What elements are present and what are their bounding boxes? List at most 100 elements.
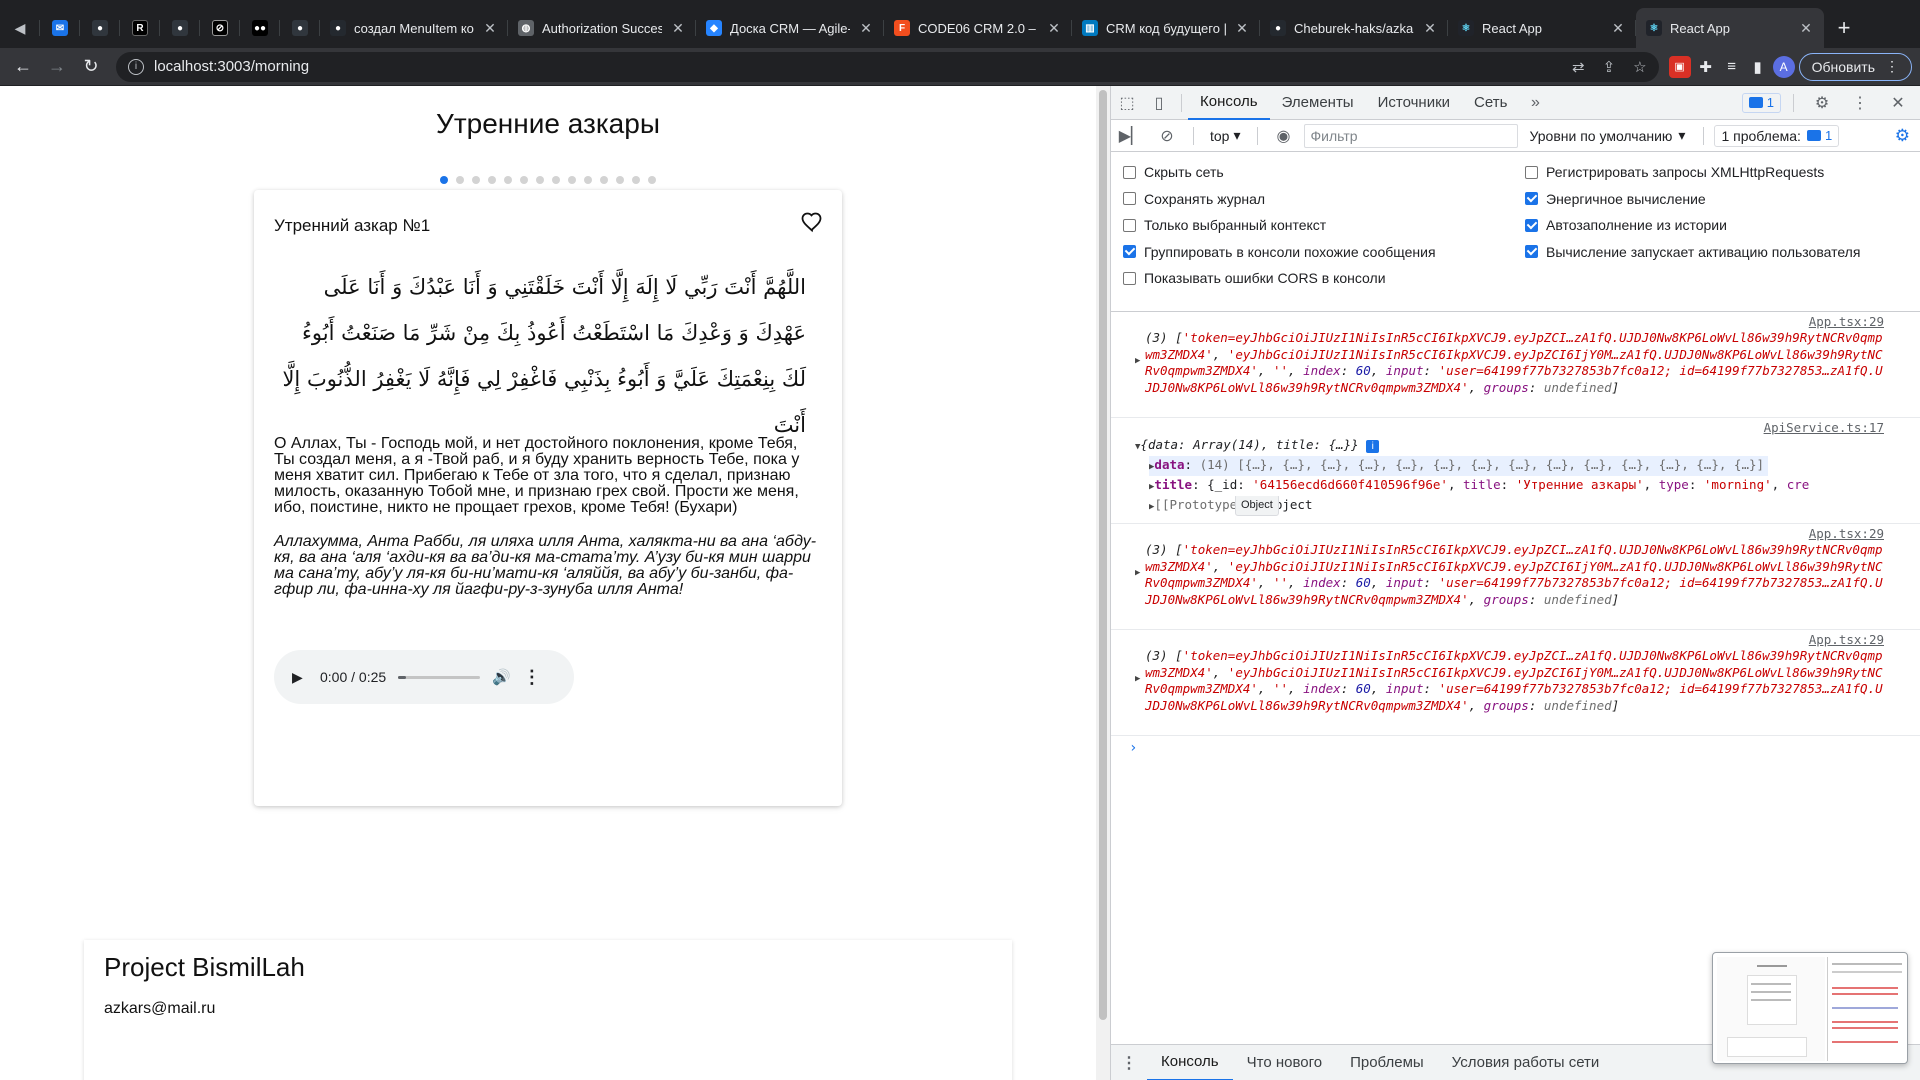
- carousel-dot[interactable]: [616, 176, 624, 184]
- source-link[interactable]: App.tsx:29: [1809, 314, 1884, 329]
- drawer-tab-console[interactable]: Консоль: [1147, 1045, 1233, 1080]
- object-summary[interactable]: ▼{data: Array(14), title: {…}} i: [1135, 436, 1890, 456]
- puzzle-icon[interactable]: ✚: [1695, 56, 1717, 78]
- tab-react-app[interactable]: ⚛ React App ✕: [1448, 8, 1636, 48]
- update-button[interactable]: Обновить ⋮: [1798, 52, 1912, 81]
- more-vert-icon[interactable]: ⋮: [1844, 87, 1876, 119]
- carousel-dot[interactable]: [440, 176, 448, 184]
- checkbox[interactable]: [1525, 192, 1538, 205]
- tab-authorization[interactable]: ◍ Authorization Succes ✕: [508, 8, 696, 48]
- tab-figma[interactable]: F CODE06 CRM 2.0 – F ✕: [884, 8, 1072, 48]
- reading-list-icon[interactable]: ≡: [1721, 56, 1743, 78]
- more-tabs-icon[interactable]: »: [1519, 87, 1551, 119]
- eye-icon[interactable]: ◉: [1268, 120, 1300, 152]
- forward-button[interactable]: →: [42, 52, 72, 82]
- checkbox[interactable]: [1123, 192, 1136, 205]
- pinned-tab-github-2[interactable]: ●: [160, 8, 200, 48]
- inspect-icon[interactable]: ⬚: [1111, 87, 1143, 119]
- back-button[interactable]: ←: [8, 52, 38, 82]
- carousel-dot[interactable]: [600, 176, 608, 184]
- pinned-tab-github[interactable]: ●: [80, 8, 120, 48]
- console-settings-icon[interactable]: ⚙: [1895, 126, 1916, 146]
- carousel-dot[interactable]: [552, 176, 560, 184]
- more-vert-icon[interactable]: ⋮: [523, 667, 541, 688]
- drawer-tab-issues[interactable]: Проблемы: [1336, 1045, 1438, 1080]
- carousel-dot[interactable]: [488, 176, 496, 184]
- sidebar-icon[interactable]: ▮: [1747, 56, 1769, 78]
- carousel-dot[interactable]: [584, 176, 592, 184]
- prototype-row[interactable]: ▶[[Prototype]]: Object Object: [1145, 496, 1890, 516]
- close-icon[interactable]: ✕: [1234, 20, 1250, 37]
- gear-icon[interactable]: ⚙: [1806, 87, 1838, 119]
- tab-github-azkar[interactable]: ● Cheburek-haks/azkar ✕: [1260, 8, 1448, 48]
- close-icon[interactable]: ✕: [1046, 20, 1062, 37]
- tab-elements[interactable]: Элементы: [1270, 86, 1366, 120]
- pinned-tab-back[interactable]: ◀: [0, 8, 40, 48]
- close-icon[interactable]: ✕: [482, 20, 498, 37]
- tab-trello[interactable]: ▥ CRM код будущего | ✕: [1072, 8, 1260, 48]
- title-property-row[interactable]: ▶title: {_id: '64156ecd6d660f410596f96e'…: [1145, 476, 1890, 496]
- carousel-dot[interactable]: [632, 176, 640, 184]
- setting-option[interactable]: Энергичное вычисление: [1525, 191, 1706, 207]
- expand-triangle-icon[interactable]: ▶: [1135, 674, 1140, 684]
- pinned-tab-mail[interactable]: ✉: [40, 8, 80, 48]
- tab-console[interactable]: Консоль: [1188, 86, 1270, 120]
- console-prompt-row[interactable]: ›: [1111, 736, 1920, 766]
- pinned-tab-linear[interactable]: ⊘: [200, 8, 240, 48]
- levels-select[interactable]: Уровни по умолчанию ▾: [1522, 127, 1694, 144]
- setting-option[interactable]: Вычисление запускает активацию пользоват…: [1525, 244, 1860, 260]
- checkbox[interactable]: [1525, 245, 1538, 258]
- carousel-dot[interactable]: [568, 176, 576, 184]
- checkbox[interactable]: [1123, 271, 1136, 285]
- drawer-tab-network-conditions[interactable]: Условия работы сети: [1438, 1045, 1614, 1080]
- setting-option[interactable]: Только выбранный контекст: [1123, 217, 1326, 233]
- share-icon[interactable]: ⇪: [1603, 58, 1616, 76]
- tab-jira[interactable]: ◆ Доска CRM — Agile-д ✕: [696, 8, 884, 48]
- device-toolbar-icon[interactable]: ▯: [1143, 87, 1175, 119]
- close-icon[interactable]: ✕: [858, 20, 874, 37]
- close-icon[interactable]: ✕: [1882, 87, 1914, 119]
- setting-option[interactable]: Сохранять журнал: [1123, 191, 1265, 207]
- address-bar[interactable]: i localhost:3003/morning ⇄ ⇪ ☆: [116, 51, 1659, 82]
- source-link[interactable]: App.tsx:29: [1809, 526, 1884, 541]
- pinned-tab-rider[interactable]: R: [120, 8, 160, 48]
- clear-console-icon[interactable]: ⊘: [1151, 120, 1183, 152]
- pinned-tab-github-3[interactable]: ●: [280, 8, 320, 48]
- drawer-tab-whats-new[interactable]: Что нового: [1233, 1045, 1336, 1080]
- checkbox[interactable]: [1123, 165, 1136, 179]
- info-icon[interactable]: i: [128, 58, 144, 75]
- audio-progress[interactable]: [398, 675, 481, 679]
- tab-network[interactable]: Сеть: [1462, 86, 1519, 120]
- carousel-dot[interactable]: [648, 176, 656, 184]
- filter-input[interactable]: Фильтр: [1303, 123, 1518, 148]
- expand-triangle-icon[interactable]: ▶: [1135, 568, 1140, 578]
- source-link[interactable]: ApiService.ts:17: [1764, 420, 1884, 435]
- issues-badge[interactable]: 1: [1741, 92, 1781, 113]
- data-property-row[interactable]: ▶data: (14) [{…}, {…}, {…}, {…}, {…}, {……: [1145, 456, 1890, 476]
- volume-icon[interactable]: 🔊: [492, 668, 511, 686]
- pinned-tab-medium[interactable]: ●●: [240, 8, 280, 48]
- info-icon[interactable]: i: [1366, 440, 1380, 453]
- more-vert-icon[interactable]: ⋮: [1111, 1053, 1147, 1073]
- screenshot-thumbnail[interactable]: [1712, 952, 1908, 1064]
- setting-option[interactable]: Регистрировать запросы XMLHttpRequests: [1525, 164, 1824, 180]
- setting-option[interactable]: Показывать ошибки CORS в консоли: [1123, 270, 1386, 286]
- issues-button[interactable]: 1 проблема: 1: [1714, 124, 1840, 147]
- carousel-dot[interactable]: [520, 176, 528, 184]
- sidebar-toggle-icon[interactable]: ▶▏: [1115, 120, 1147, 152]
- carousel-dot[interactable]: [456, 176, 464, 184]
- setting-option[interactable]: Скрыть сеть: [1123, 164, 1224, 180]
- page-scrollbar[interactable]: [1096, 86, 1110, 1080]
- scrollbar-thumb[interactable]: [1099, 90, 1107, 1020]
- setting-option[interactable]: Группировать в консоли похожие сообщения: [1123, 244, 1436, 260]
- carousel-dot[interactable]: [472, 176, 480, 184]
- close-icon[interactable]: ✕: [1610, 20, 1626, 37]
- extension-red-icon[interactable]: ▣: [1668, 55, 1691, 78]
- checkbox[interactable]: [1525, 165, 1538, 179]
- translate-icon[interactable]: ⇄: [1572, 58, 1585, 76]
- context-select[interactable]: top ▾: [1204, 127, 1247, 144]
- checkbox[interactable]: [1123, 218, 1136, 232]
- avatar[interactable]: A: [1772, 55, 1795, 78]
- close-icon[interactable]: ✕: [1422, 20, 1438, 37]
- tab-github-menuitem[interactable]: ● создал MenuItem ко ✕: [320, 8, 508, 48]
